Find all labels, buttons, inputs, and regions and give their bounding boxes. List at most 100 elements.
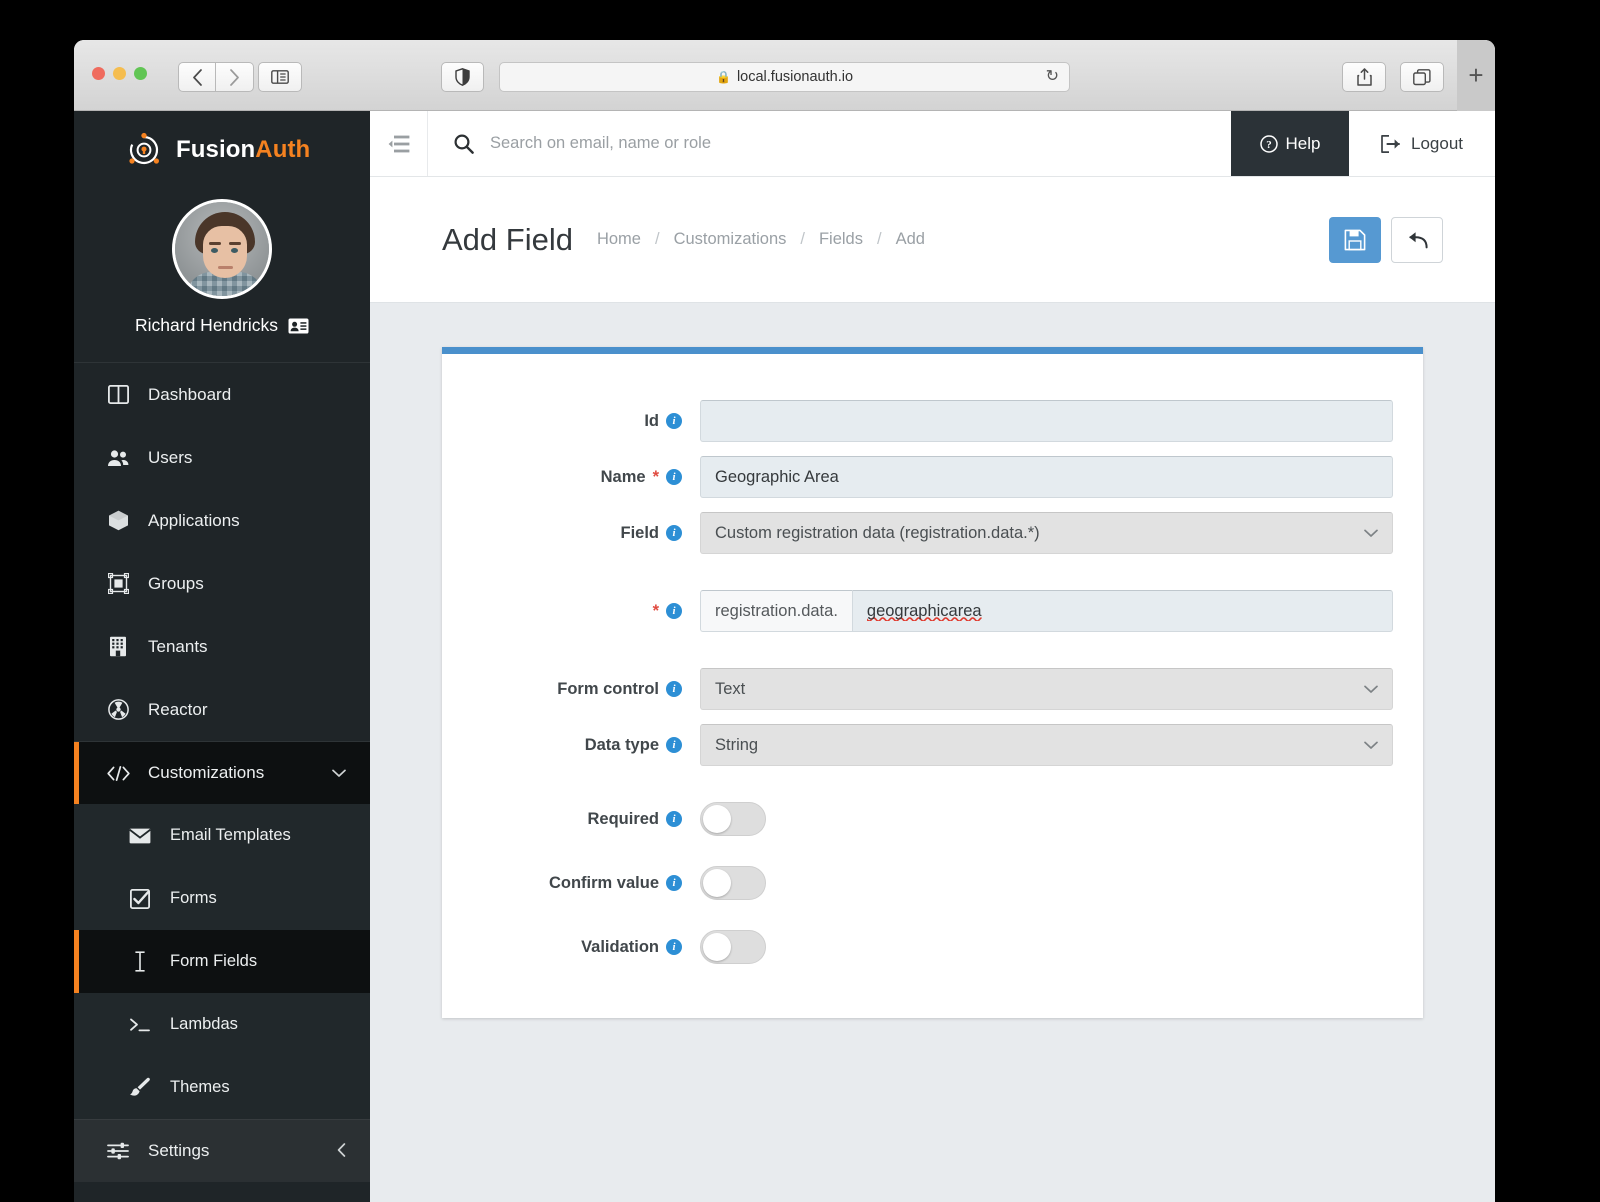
text-cursor-icon	[128, 951, 152, 972]
form-row-name: Name * i	[472, 456, 1393, 498]
sidebar-item-label: Email Templates	[170, 826, 291, 844]
info-icon[interactable]: i	[666, 603, 682, 619]
form-row-required: Required i	[472, 802, 1393, 836]
sidebar-item-groups[interactable]: Groups	[74, 552, 370, 615]
field-select[interactable]: Custom registration data (registration.d…	[700, 512, 1393, 554]
new-tab-button[interactable]: +	[1457, 40, 1495, 111]
fusionauth-logo-icon	[129, 132, 159, 165]
sidebar-item-label: Form Fields	[170, 952, 258, 970]
save-button[interactable]	[1329, 216, 1381, 263]
form-row-key: * i registration.data.	[472, 590, 1393, 632]
collapse-sidebar-button[interactable]	[370, 111, 428, 176]
back-button[interactable]	[1391, 216, 1443, 263]
users-icon	[106, 449, 130, 467]
search-input[interactable]	[490, 134, 1190, 153]
required-label-text: Required	[587, 809, 659, 828]
breadcrumb-item-customizations[interactable]: Customizations	[674, 230, 787, 249]
sidebar-item-themes[interactable]: Themes	[74, 1056, 370, 1119]
tab-overview-button[interactable]	[1400, 62, 1444, 92]
sidebar-item-form-fields[interactable]: Form Fields	[74, 930, 370, 993]
sidebar-item-forms[interactable]: Forms	[74, 867, 370, 930]
tab-overview-icon	[1413, 68, 1431, 85]
groups-icon	[106, 573, 130, 594]
breadcrumb-item-fields[interactable]: Fields	[819, 230, 863, 249]
name-input[interactable]	[700, 456, 1393, 498]
confirm-value-label-text: Confirm value	[548, 873, 659, 892]
add-field-form: Id i Name * i Geographic Area Field i Cu…	[442, 347, 1423, 1018]
sidebar-item-email-templates[interactable]: Email Templates	[74, 804, 370, 867]
page-title: Add Field	[442, 221, 573, 257]
sidebar-item-label: Tenants	[148, 636, 208, 656]
help-button[interactable]: ? Help	[1231, 111, 1349, 176]
required-asterisk: *	[652, 467, 659, 486]
info-icon[interactable]: i	[666, 681, 682, 697]
search-bar[interactable]	[428, 111, 1231, 176]
avatar[interactable]	[172, 199, 272, 299]
data-type-select[interactable]: String	[700, 724, 1393, 766]
brand-text: FusionAuth	[176, 136, 310, 164]
form-control-select[interactable]: Text	[700, 668, 1393, 710]
paintbrush-icon	[128, 1077, 152, 1098]
brand-logo[interactable]: FusionAuth	[74, 111, 370, 189]
chevron-down-icon	[332, 765, 346, 781]
logout-button[interactable]: Logout	[1349, 111, 1495, 176]
tenants-icon	[106, 636, 130, 657]
info-icon[interactable]: i	[666, 469, 682, 485]
url-bar[interactable]: 🔒 local.fusionauth.io ↻	[499, 62, 1070, 92]
minimize-window-button[interactable]	[113, 67, 126, 80]
info-icon[interactable]: i	[666, 525, 682, 541]
reload-button[interactable]: ↻	[1046, 69, 1059, 85]
page-actions	[1329, 216, 1443, 263]
app-header: ? Help Logout	[370, 111, 1495, 177]
shield-icon	[455, 68, 470, 86]
info-icon[interactable]: i	[666, 413, 682, 429]
sidebar-item-label: Dashboard	[148, 384, 232, 404]
id-card-icon[interactable]	[288, 318, 309, 334]
key-input[interactable]	[851, 590, 1393, 632]
close-window-button[interactable]	[92, 67, 105, 80]
sidebar-item-label: Users	[148, 447, 193, 467]
form-row-field: Field i Custom registration data (regist…	[472, 512, 1393, 554]
breadcrumb-item-home[interactable]: Home	[597, 230, 641, 249]
confirm-value-toggle[interactable]	[700, 866, 766, 900]
sidebar-item-tenants[interactable]: Tenants	[74, 615, 370, 678]
validation-label-text: Validation	[581, 937, 659, 956]
id-input[interactable]	[700, 400, 1393, 442]
sidebar-item-label: Customizations	[148, 763, 265, 782]
forward-navigation-button[interactable]	[216, 62, 254, 92]
info-icon[interactable]: i	[666, 875, 682, 891]
form-control-label: Form control i	[472, 680, 700, 699]
info-icon[interactable]: i	[666, 737, 682, 753]
sidebar-item-lambdas[interactable]: Lambdas	[74, 993, 370, 1056]
info-icon[interactable]: i	[666, 811, 682, 827]
envelope-icon	[128, 828, 152, 844]
browser-sidebar-toggle-button[interactable]	[258, 62, 302, 92]
sidebar-item-label: Forms	[170, 889, 217, 907]
sidebar-panel-icon	[271, 70, 289, 84]
privacy-shield-button[interactable]	[441, 62, 484, 92]
profile-name-row: Richard Hendricks	[74, 315, 370, 336]
brand-text-first: Fusion	[176, 136, 256, 163]
profile-name: Richard Hendricks	[135, 315, 278, 335]
back-navigation-button[interactable]	[178, 62, 216, 92]
field-label-text: Field	[620, 523, 659, 542]
sidebar-item-dashboard[interactable]: Dashboard	[74, 363, 370, 426]
sidebar-item-label: Reactor	[148, 699, 208, 719]
required-toggle[interactable]	[700, 802, 766, 836]
sidebar-item-label: Themes	[170, 1078, 230, 1096]
maximize-window-button[interactable]	[134, 67, 147, 80]
validation-toggle[interactable]	[700, 930, 766, 964]
data-type-label: Data type i	[472, 736, 700, 755]
sidebar-item-applications[interactable]: Applications	[74, 489, 370, 552]
field-select-value: Custom registration data (registration.d…	[715, 523, 1040, 542]
name-label: Name * i	[472, 468, 700, 487]
browser-toolbar: 🔒 local.fusionauth.io ↻ +	[74, 40, 1495, 111]
info-icon[interactable]: i	[666, 939, 682, 955]
sidebar-item-users[interactable]: Users	[74, 426, 370, 489]
sidebar-item-settings[interactable]: Settings	[74, 1119, 370, 1182]
share-button[interactable]	[1342, 62, 1386, 92]
sidebar-item-reactor[interactable]: Reactor	[74, 678, 370, 741]
sidebar-submenu-customizations: Email Templates Forms Form Fields Lambda…	[74, 804, 370, 1119]
sidebar-item-customizations[interactable]: Customizations	[74, 741, 370, 804]
app-sidebar: FusionAuth Richard Hendricks Dashboard U…	[74, 111, 370, 1202]
